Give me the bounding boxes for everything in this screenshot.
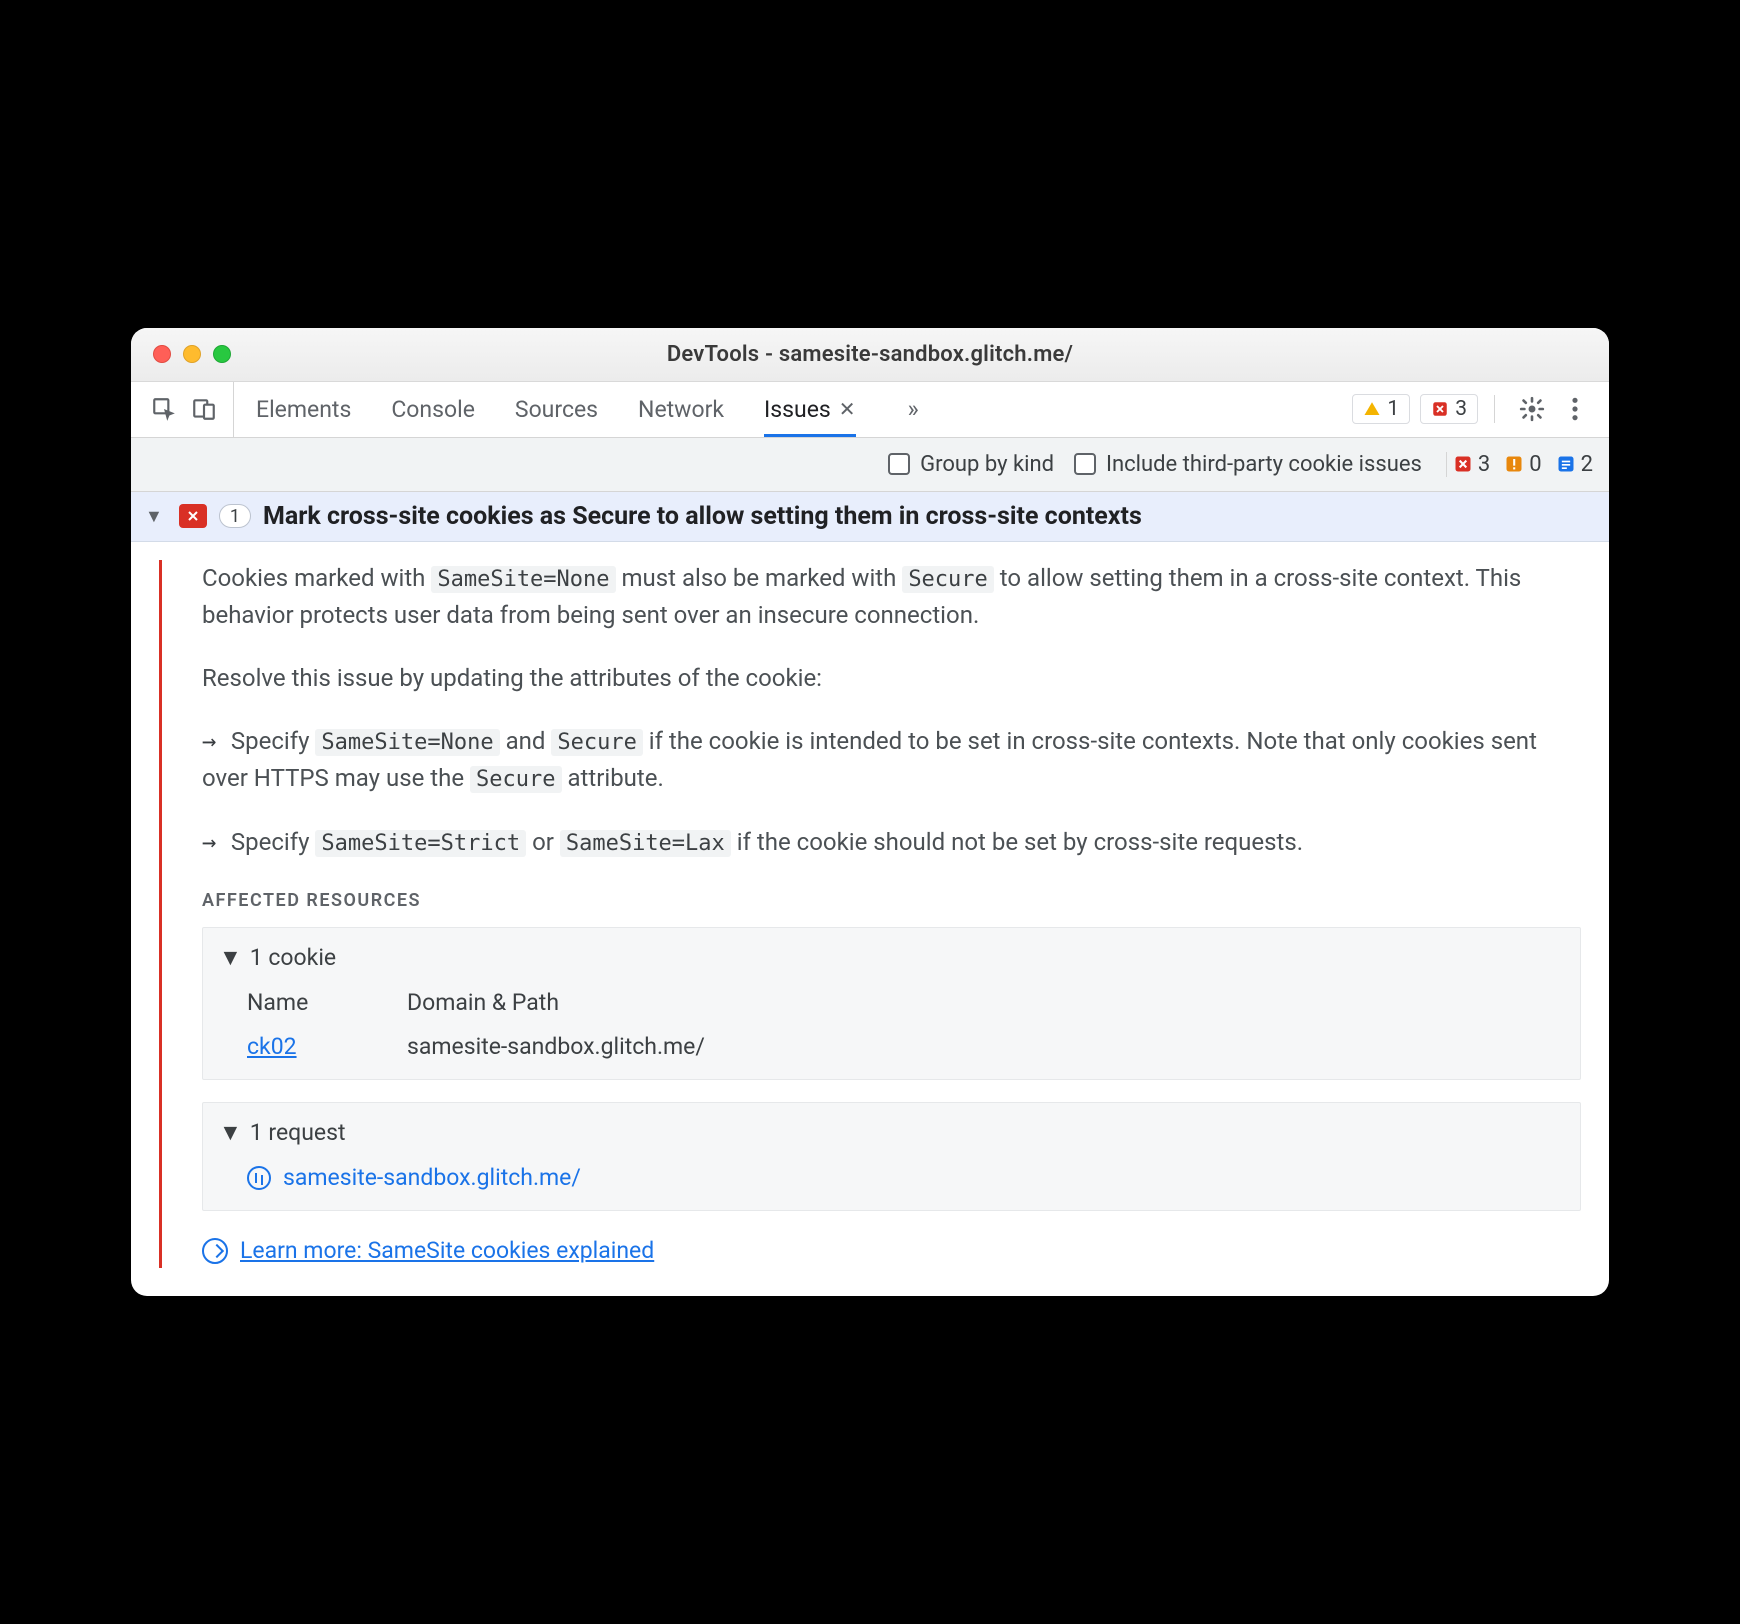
- panel-tabstrip: Elements Console Sources Network Issues …: [131, 382, 1609, 438]
- titlebar: DevTools - samesite-sandbox.glitch.me/: [131, 328, 1609, 382]
- tab-label: Console: [391, 396, 475, 423]
- count: 2: [1581, 452, 1593, 477]
- code-token: SameSite=Lax: [560, 830, 731, 857]
- tab-label: Sources: [515, 396, 598, 423]
- tab-console[interactable]: Console: [391, 382, 475, 437]
- warning-square-icon: [1504, 454, 1524, 474]
- chevron-down-icon: ▼: [219, 940, 242, 976]
- issue-row-header[interactable]: ▼ 1 Mark cross-site cookies as Secure to…: [131, 492, 1609, 542]
- request-icon: [247, 1166, 271, 1190]
- more-options-button[interactable]: [1563, 392, 1587, 426]
- issue-bullet: → Specify SameSite=None and Secure if th…: [202, 723, 1581, 797]
- tab-label: Elements: [256, 396, 351, 423]
- learn-more-link[interactable]: Learn more: SameSite cookies explained: [240, 1233, 654, 1269]
- errors-counter[interactable]: 3: [1420, 394, 1478, 424]
- col-name-header: Name: [247, 985, 367, 1021]
- group-by-kind-checkbox[interactable]: Group by kind: [888, 452, 1054, 477]
- requests-disclosure-toggle[interactable]: ▼ 1 request: [219, 1115, 1564, 1151]
- cookie-name-link[interactable]: ck02: [247, 1033, 297, 1060]
- tab-sources[interactable]: Sources: [515, 382, 598, 437]
- error-badge-icon: [179, 504, 207, 528]
- code-token: Secure: [470, 766, 561, 793]
- more-tabs-button[interactable]: »: [896, 382, 931, 437]
- minimize-window-button[interactable]: [183, 345, 201, 363]
- code-token: Secure: [902, 566, 993, 593]
- settings-button[interactable]: [1511, 392, 1553, 426]
- error-count: 3: [1455, 397, 1467, 421]
- warning-icon: [1363, 400, 1381, 418]
- cookies-table: Name Domain & Path ck02 samesite-sandbox…: [219, 985, 1564, 1064]
- separator: [1494, 395, 1495, 423]
- info-icon: [1556, 454, 1576, 474]
- issues-toolbar: Group by kind Include third-party cookie…: [131, 438, 1609, 492]
- learn-more-row: Learn more: SameSite cookies explained: [202, 1233, 1581, 1269]
- checkbox-icon: [1074, 453, 1096, 475]
- chevron-down-icon: ▼: [219, 1115, 242, 1151]
- col-domain-header: Domain & Path: [407, 985, 1564, 1021]
- issue-bullet: → Specify SameSite=Strict or SameSite=La…: [202, 824, 1581, 861]
- error-icon: [1431, 400, 1449, 418]
- code-token: SameSite=Strict: [315, 830, 526, 857]
- issue-description-paragraph: Cookies marked with SameSite=None must a…: [202, 560, 1581, 634]
- cookies-summary: 1 cookie: [250, 940, 336, 976]
- cookies-disclosure-toggle[interactable]: ▼ 1 cookie: [219, 940, 1564, 976]
- close-window-button[interactable]: [153, 345, 171, 363]
- cookie-domain-cell: samesite-sandbox.glitch.me/: [407, 1029, 1564, 1065]
- request-url-link[interactable]: samesite-sandbox.glitch.me/: [283, 1160, 581, 1196]
- info-filter[interactable]: 2: [1556, 452, 1593, 477]
- tab-elements[interactable]: Elements: [256, 382, 351, 437]
- window-title: DevTools - samesite-sandbox.glitch.me/: [667, 342, 1073, 367]
- external-link-icon: [202, 1238, 228, 1264]
- include-third-party-checkbox[interactable]: Include third-party cookie issues: [1074, 452, 1422, 477]
- tab-network[interactable]: Network: [638, 382, 724, 437]
- zoom-window-button[interactable]: [213, 345, 231, 363]
- tab-label: Issues: [764, 396, 831, 423]
- error-icon: [1453, 454, 1473, 474]
- warning-filter[interactable]: 0: [1504, 452, 1541, 477]
- code-token: SameSite=None: [315, 729, 499, 756]
- checkbox-label: Include third-party cookie issues: [1106, 452, 1422, 477]
- issue-resolve-intro: Resolve this issue by updating the attri…: [202, 660, 1581, 697]
- severity-rule: [159, 560, 162, 1269]
- kebab-icon: [1571, 396, 1579, 422]
- checkbox-icon: [888, 453, 910, 475]
- issue-details: Cookies marked with SameSite=None must a…: [131, 542, 1609, 1297]
- expand-toggle-icon[interactable]: ▼: [141, 506, 167, 527]
- tab-label: Network: [638, 396, 724, 423]
- window-controls: [153, 345, 231, 363]
- warning-count: 1: [1387, 397, 1399, 421]
- requests-summary: 1 request: [250, 1115, 346, 1151]
- count: 3: [1478, 452, 1490, 477]
- device-toolbar-icon[interactable]: [191, 396, 217, 422]
- issue-title: Mark cross-site cookies as Secure to all…: [263, 502, 1142, 531]
- count: 0: [1529, 452, 1541, 477]
- devtools-window: DevTools - samesite-sandbox.glitch.me/ E…: [131, 328, 1609, 1297]
- code-token: Secure: [551, 729, 642, 756]
- error-filter[interactable]: 3: [1453, 452, 1490, 477]
- affected-resources-label: AFFECTED RESOURCES: [202, 887, 1581, 915]
- affected-cookies-section: ▼ 1 cookie Name Domain & Path ck02 sames…: [202, 927, 1581, 1080]
- code-token: SameSite=None: [431, 566, 615, 593]
- issue-occurrence-count: 1: [219, 504, 251, 528]
- tab-issues[interactable]: Issues ✕: [764, 382, 856, 437]
- affected-requests-section: ▼ 1 request samesite-sandbox.glitch.me/: [202, 1102, 1581, 1211]
- checkbox-label: Group by kind: [920, 452, 1054, 477]
- inspect-element-icon[interactable]: [151, 396, 177, 422]
- warnings-counter[interactable]: 1: [1352, 394, 1410, 424]
- gear-icon: [1519, 396, 1545, 422]
- close-tab-icon[interactable]: ✕: [839, 397, 856, 421]
